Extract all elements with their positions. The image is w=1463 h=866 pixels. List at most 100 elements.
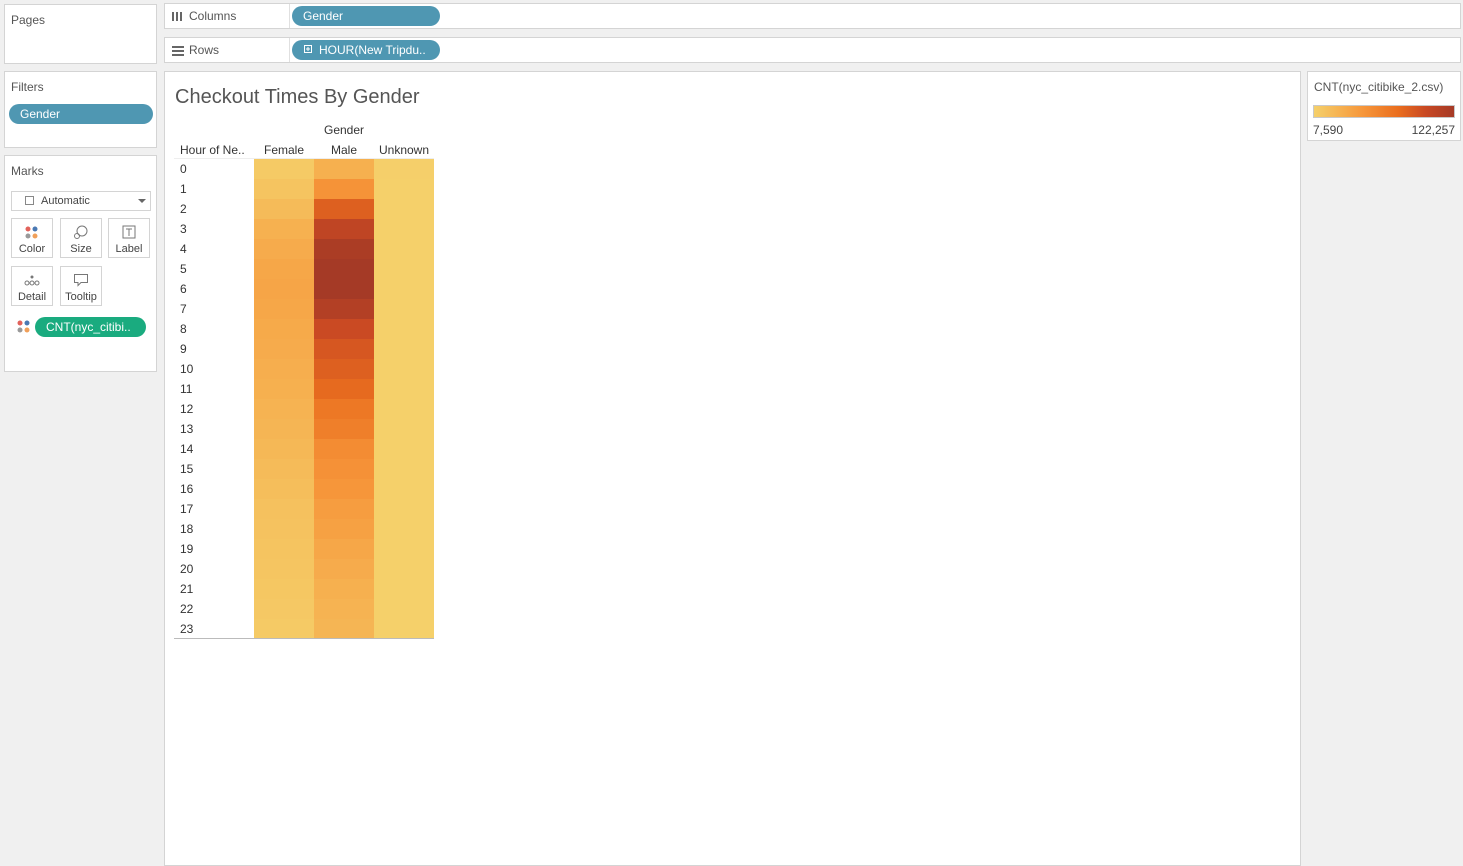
heatmap-cell-male-10[interactable] [314, 359, 374, 379]
mark-type-dropdown[interactable]: Automatic [11, 191, 151, 211]
columns-gender-pill[interactable]: Gender [292, 6, 440, 26]
heatmap-cell-unknown-15[interactable] [374, 459, 434, 479]
heatmap-cell-unknown-5[interactable] [374, 259, 434, 279]
heatmap-cell-female-6[interactable] [254, 279, 314, 299]
heatmap-cell-female-1[interactable] [254, 179, 314, 199]
heatmap-cell-unknown-0[interactable] [374, 159, 434, 179]
heatmap-cell-male-12[interactable] [314, 399, 374, 419]
row-label-hour-14[interactable]: 14 [180, 442, 193, 456]
row-label-hour-1[interactable]: 1 [180, 182, 187, 196]
heatmap-cell-male-14[interactable] [314, 439, 374, 459]
tooltip-button[interactable]: Tooltip [60, 266, 102, 306]
rows-shelf[interactable]: Rows HOUR(New Tripdu.. [164, 37, 1461, 63]
heatmap-cell-female-23[interactable] [254, 619, 314, 639]
marks-card[interactable]: Marks Automatic Color Size Label Detail … [4, 155, 157, 372]
row-label-hour-22[interactable]: 22 [180, 602, 193, 616]
heatmap-cell-female-20[interactable] [254, 559, 314, 579]
heatmap-cell-unknown-16[interactable] [374, 479, 434, 499]
detail-button[interactable]: Detail [11, 266, 53, 306]
heatmap-cell-female-7[interactable] [254, 299, 314, 319]
heatmap-cell-male-8[interactable] [314, 319, 374, 339]
heatmap-cell-unknown-22[interactable] [374, 599, 434, 619]
heatmap-cell-unknown-4[interactable] [374, 239, 434, 259]
heatmap-cell-unknown-17[interactable] [374, 499, 434, 519]
heatmap-cell-male-21[interactable] [314, 579, 374, 599]
heatmap-cell-female-0[interactable] [254, 159, 314, 179]
row-label-hour-4[interactable]: 4 [180, 242, 187, 256]
heatmap-cell-female-9[interactable] [254, 339, 314, 359]
row-label-hour-11[interactable]: 11 [180, 382, 192, 396]
row-label-hour-10[interactable]: 10 [180, 362, 193, 376]
row-label-hour-5[interactable]: 5 [180, 262, 187, 276]
heatmap-cell-male-3[interactable] [314, 219, 374, 239]
row-label-hour-2[interactable]: 2 [180, 202, 187, 216]
row-label-hour-12[interactable]: 12 [180, 402, 193, 416]
heatmap-cell-female-12[interactable] [254, 399, 314, 419]
color-button[interactable]: Color [11, 218, 53, 258]
column-header-female[interactable]: Female [254, 143, 314, 157]
row-label-hour-15[interactable]: 15 [180, 462, 193, 476]
heatmap-cell-male-4[interactable] [314, 239, 374, 259]
heatmap-cell-female-18[interactable] [254, 519, 314, 539]
heatmap-cell-male-22[interactable] [314, 599, 374, 619]
pages-card[interactable]: Pages [4, 4, 157, 64]
heatmap-cell-unknown-23[interactable] [374, 619, 434, 639]
row-label-hour-7[interactable]: 7 [180, 302, 187, 316]
heatmap-cell-unknown-20[interactable] [374, 559, 434, 579]
heatmap-cell-female-21[interactable] [254, 579, 314, 599]
heatmap-cell-unknown-9[interactable] [374, 339, 434, 359]
heatmap-cell-male-0[interactable] [314, 159, 374, 179]
heatmap-cell-unknown-3[interactable] [374, 219, 434, 239]
heatmap-cell-female-17[interactable] [254, 499, 314, 519]
column-header-male[interactable]: Male [314, 143, 374, 157]
rows-hour-pill[interactable]: HOUR(New Tripdu.. [292, 40, 440, 60]
heatmap-cell-unknown-19[interactable] [374, 539, 434, 559]
heatmap-cell-male-6[interactable] [314, 279, 374, 299]
heatmap-cell-unknown-7[interactable] [374, 299, 434, 319]
heatmap-cell-unknown-18[interactable] [374, 519, 434, 539]
row-label-hour-20[interactable]: 20 [180, 562, 193, 576]
heatmap-cell-female-3[interactable] [254, 219, 314, 239]
heatmap-cell-female-5[interactable] [254, 259, 314, 279]
heatmap-cell-male-1[interactable] [314, 179, 374, 199]
heatmap-cell-unknown-6[interactable] [374, 279, 434, 299]
heatmap-cell-unknown-1[interactable] [374, 179, 434, 199]
heatmap-cell-unknown-8[interactable] [374, 319, 434, 339]
heatmap-cell-female-13[interactable] [254, 419, 314, 439]
heatmap-cell-male-16[interactable] [314, 479, 374, 499]
heatmap-cell-male-2[interactable] [314, 199, 374, 219]
heatmap-cell-male-17[interactable] [314, 499, 374, 519]
row-label-hour-23[interactable]: 23 [180, 622, 193, 636]
heatmap-cell-unknown-21[interactable] [374, 579, 434, 599]
heatmap-cell-unknown-14[interactable] [374, 439, 434, 459]
heatmap-cell-unknown-12[interactable] [374, 399, 434, 419]
heatmap-cell-unknown-11[interactable] [374, 379, 434, 399]
heatmap-cell-female-19[interactable] [254, 539, 314, 559]
color-legend[interactable]: CNT(nyc_citibike_2.csv) 7,590 122,257 [1307, 71, 1461, 141]
heatmap-cell-male-9[interactable] [314, 339, 374, 359]
heatmap-cell-female-11[interactable] [254, 379, 314, 399]
chevron-down-icon[interactable] [138, 199, 146, 203]
row-label-hour-3[interactable]: 3 [180, 222, 187, 236]
heatmap-cell-female-10[interactable] [254, 359, 314, 379]
heatmap-cell-male-11[interactable] [314, 379, 374, 399]
row-label-hour-0[interactable]: 0 [180, 162, 187, 176]
column-header-unknown[interactable]: Unknown [374, 143, 434, 157]
row-field-header[interactable]: Hour of Ne.. [180, 143, 260, 157]
heatmap-cell-male-18[interactable] [314, 519, 374, 539]
row-label-hour-21[interactable]: 21 [180, 582, 193, 596]
heatmap-cell-female-4[interactable] [254, 239, 314, 259]
heatmap-cell-male-13[interactable] [314, 419, 374, 439]
heatmap-cell-female-22[interactable] [254, 599, 314, 619]
heatmap-cell-male-5[interactable] [314, 259, 374, 279]
filters-card[interactable]: Filters Gender [4, 71, 157, 148]
heatmap-cell-unknown-13[interactable] [374, 419, 434, 439]
heatmap-cell-female-2[interactable] [254, 199, 314, 219]
heatmap-cell-male-19[interactable] [314, 539, 374, 559]
heatmap-cell-male-20[interactable] [314, 559, 374, 579]
row-label-hour-19[interactable]: 19 [180, 542, 193, 556]
size-button[interactable]: Size [60, 218, 102, 258]
heatmap-cell-unknown-10[interactable] [374, 359, 434, 379]
row-label-hour-13[interactable]: 13 [180, 422, 193, 436]
heatmap-cell-female-14[interactable] [254, 439, 314, 459]
